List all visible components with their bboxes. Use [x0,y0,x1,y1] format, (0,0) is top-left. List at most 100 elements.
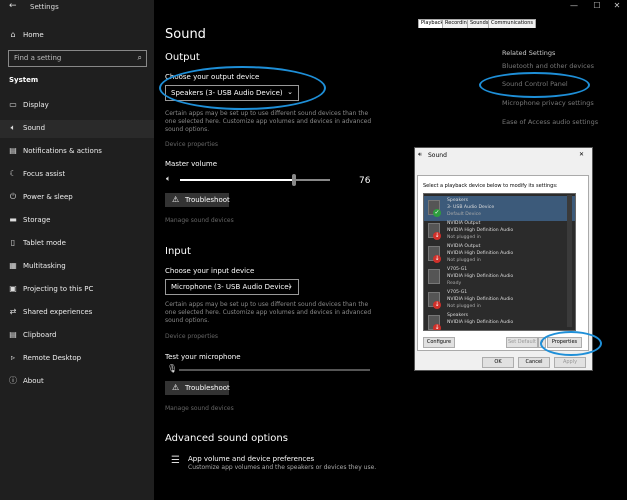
configure-button[interactable]: Configure [423,337,455,348]
sidebar-item-label: Home [23,31,44,39]
app-volume-description: Customize app volumes and the speakers o… [188,464,377,471]
sidebar-item-display[interactable]: ▭ Display [0,97,154,115]
sidebar-item-shared-experiences[interactable]: ⇄ Shared experiences [0,304,154,322]
troubleshoot-label: Troubleshoot [185,196,230,204]
sidebar-item-label: Display [23,101,49,109]
related-link-microphone-privacy[interactable]: Microphone privacy settings [502,99,594,107]
sidebar-item-storage[interactable]: ▬ Storage [0,212,154,230]
unplugged-arrow-icon: ↓ [433,232,441,240]
device-name: V705-G1 [447,267,468,272]
unplugged-arrow-icon: ↓ [433,301,441,309]
close-button[interactable]: ✕ [608,1,626,10]
app-volume-title[interactable]: App volume and device preferences [188,455,314,463]
sidebar-item-about[interactable]: ⓘ About [0,373,154,391]
device-name: V705-G1 [447,290,468,295]
output-device-properties-link[interactable]: Device properties [165,141,218,148]
info-icon: ⓘ [9,376,17,385]
sidebar-item-label: Notifications & actions [23,147,102,155]
speaker-icon[interactable]: 🔈︎ [166,174,171,184]
apply-button[interactable]: Apply [554,357,586,368]
device-name: Speakers [447,198,469,203]
sidebar-item-multitasking[interactable]: ▦ Multitasking [0,258,154,276]
sidebar-item-home[interactable]: ⌂ Home [0,27,154,45]
playback-device-row[interactable]: ↓ NVIDIA Output NVIDIA High Definition Aud… [424,219,575,244]
annotation-ellipse-properties [540,331,602,356]
sidebar-item-remote-desktop[interactable]: ▹ Remote Desktop [0,350,154,368]
warning-icon: ⚠ [172,195,180,204]
input-manage-devices-link[interactable]: Manage sound devices [165,405,234,412]
playback-device-row[interactable]: ↓ V705-G1 NVIDIA High Definition Audio Not … [424,288,575,313]
notifications-icon: ▤ [9,146,17,155]
sound-dialog-title: Sound [428,152,447,159]
input-troubleshoot-button[interactable]: ⚠ Troubleshoot [165,381,230,395]
sidebar-item-label: Storage [23,216,51,224]
sidebar-item-label: Tablet mode [23,239,66,247]
sidebar-item-label: Projecting to this PC [23,285,94,293]
input-device-label: Choose your input device [165,267,255,275]
dialog-close-icon[interactable]: ✕ [579,151,584,158]
sidebar-item-power-sleep[interactable]: ⏻ Power & sleep [0,189,154,207]
unplugged-arrow-icon: ↓ [433,255,441,263]
master-volume-fill [180,179,294,181]
dialog-instruction: Select a playback device below to modify… [423,183,558,189]
sidebar-section-label: System [9,76,39,84]
microphone-level-bar [179,369,370,371]
playback-device-row[interactable]: ↓ Speakers NVIDIA High Definition Audio [424,311,575,330]
sidebar-item-sound[interactable]: 🔈︎ Sound [0,120,154,138]
device-driver: NVIDIA High Definition Audio [447,274,514,279]
cancel-button[interactable]: Cancel [518,357,550,368]
sidebar-item-label: Shared experiences [23,308,93,316]
minimize-button[interactable]: — [565,1,583,10]
search-icon: ⌕ [137,53,142,62]
device-name: NVIDIA Output [447,221,481,226]
maximize-button[interactable]: ☐ [588,1,606,10]
tablet-icon: ▯ [10,238,16,247]
playback-device-row[interactable]: V705-G1 NVIDIA High Definition Audio Ready [424,265,575,290]
sidebar-item-tablet-mode[interactable]: ▯ Tablet mode [0,235,154,253]
back-arrow-icon[interactable]: ← [9,1,17,11]
display-icon: ▭ [9,100,17,109]
power-icon: ⏻ [9,192,17,201]
sidebar-item-label: Multitasking [23,262,66,270]
annotation-ellipse-control-panel [479,72,590,98]
master-volume-value: 76 [359,176,371,186]
playback-device-row[interactable]: ✓ Speakers 3- USB Audio Device Default Devi… [424,196,575,221]
master-volume-thumb[interactable] [292,174,296,186]
device-driver: NVIDIA High Definition Audio [447,251,514,256]
sidebar-item-label: Remote Desktop [23,354,82,362]
sidebar-item-label: About [23,377,44,385]
sidebar-item-notifications-actions[interactable]: ▤ Notifications & actions [0,143,154,161]
sidebar-item-projecting-to-this-pc[interactable]: ▣ Projecting to this PC [0,281,154,299]
input-device-properties-link[interactable]: Device properties [165,333,218,340]
device-driver: 3- USB Audio Device [447,205,495,210]
playback-device-list[interactable]: ✓ Speakers 3- USB Audio Device Default Devi… [423,193,576,331]
related-link-ease-of-access[interactable]: Ease of Access audio settings [502,118,598,126]
ok-button[interactable]: OK [482,357,514,368]
master-volume-label: Master volume [165,160,218,168]
device-status: Not plugged in [447,304,481,309]
tab-communications[interactable]: Communications [488,19,537,28]
device-list-scrollbar[interactable] [567,195,572,327]
test-microphone-label: Test your microphone [165,353,241,361]
output-heading: Output [165,52,200,63]
device-name: Speakers [447,313,469,318]
related-link-bluetooth[interactable]: Bluetooth and other devices [502,62,594,70]
input-device-dropdown[interactable]: Microphone (3- USB Audio Device) ⌄ [165,279,299,295]
set-default-button[interactable]: Set Default [506,337,538,348]
title-bar: ← Settings — ☐ ✕ [0,0,627,14]
projecting-icon: ▣ [9,284,17,293]
output-troubleshoot-button[interactable]: ⚠ Troubleshoot [165,193,230,207]
device-status: Default Device [447,212,481,217]
window-title: Settings [30,3,59,11]
troubleshoot-label: Troubleshoot [185,384,230,392]
playback-device-row[interactable]: ↓ NVIDIA Output NVIDIA High Definition Aud… [424,242,575,267]
output-manage-devices-link[interactable]: Manage sound devices [165,217,234,224]
search-input[interactable]: Find a setting ⌕ [8,50,147,67]
sidebar-item-clipboard[interactable]: ▤ Clipboard [0,327,154,345]
sidebar-item-focus-assist[interactable]: ☾ Focus assist [0,166,154,184]
moon-icon: ☾ [9,169,17,178]
microphone-icon: 🎙︎ [167,364,178,373]
multitasking-icon: ▦ [9,261,17,270]
input-heading: Input [165,246,191,257]
device-driver: NVIDIA High Definition Audio [447,297,514,302]
